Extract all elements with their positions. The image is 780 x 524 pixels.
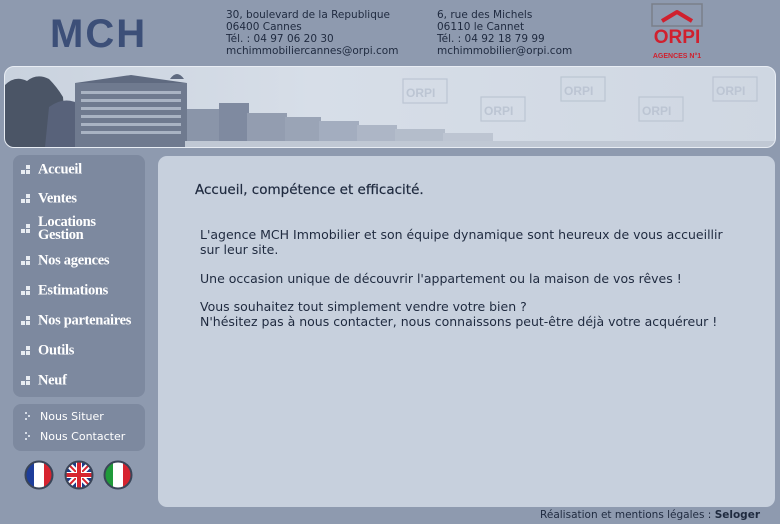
dotted-bullet-icon: [25, 412, 30, 420]
nav-label: Ventes: [38, 190, 77, 207]
agency-cannes-email[interactable]: mchimmobiliercannes@orpi.com: [226, 45, 398, 57]
intro-paragraph: L'agence MCH Immobilier et son équipe dy…: [200, 227, 723, 257]
agency-cannet-address: 6, rue des Michels 06110 le Cannet Tél. …: [437, 9, 572, 57]
square-bullet-icon: [21, 224, 30, 233]
square-bullet-icon: [21, 346, 30, 355]
nav-label: Nous Situer: [40, 410, 104, 423]
nav-label: Outils: [38, 342, 75, 359]
header: MCH 30, boulevard de la Republique 06400…: [0, 0, 780, 64]
agency-cannes-city: 06400 Cannes: [226, 21, 302, 33]
mch-logo[interactable]: MCH: [50, 12, 147, 56]
orpi-logo[interactable]: ORPI AGENCES N°1: [640, 3, 714, 61]
nav-label: Nos agences: [38, 252, 110, 269]
french-flag-icon[interactable]: [24, 460, 54, 490]
main-nav: Accueil Ventes Locations Gestion Nos age…: [13, 155, 145, 397]
square-bullet-icon: [21, 194, 30, 203]
contact-paragraph-line2: N'hésitez pas à nous contacter, nous con…: [200, 314, 718, 329]
nav-label: Nous Contacter: [40, 430, 126, 443]
agency-cannet-city: 06110 le Cannet: [437, 21, 525, 33]
square-bullet-icon: [21, 256, 30, 265]
uk-flag-icon[interactable]: [64, 460, 94, 490]
secondary-nav: Nous Situer Nous Contacter: [13, 404, 145, 451]
banner-watermark-text: ORPI: [716, 84, 745, 98]
nav-label: Accueil: [38, 161, 82, 178]
square-bullet-icon: [21, 165, 30, 174]
nav-label: Estimations: [38, 282, 109, 299]
square-bullet-icon: [21, 286, 30, 295]
banner-watermark-text: ORPI: [564, 84, 593, 98]
square-bullet-icon: [21, 316, 30, 325]
nav-item-ventes[interactable]: Ventes: [13, 186, 145, 212]
banner-watermark-text: ORPI: [406, 86, 435, 100]
agency-cannes-address: 30, boulevard de la Republique 06400 Can…: [226, 9, 398, 57]
orpi-logo-tagline: AGENCES N°1: [653, 52, 701, 60]
agency-cannet-email[interactable]: mchimmobilier@orpi.com: [437, 45, 572, 57]
agency-cannes-street: 30, boulevard de la Republique: [226, 9, 390, 21]
footer-text: Réalisation et mentions légales :: [540, 509, 712, 521]
nav-item-estimations[interactable]: Estimations: [13, 278, 145, 304]
dotted-bullet-icon: [25, 432, 30, 440]
nav-item-neuf[interactable]: Neuf: [13, 368, 145, 394]
cannes-skyline-image: ORPI ORPI ORPI ORPI ORPI: [5, 74, 775, 147]
seloger-link[interactable]: Seloger: [715, 509, 760, 521]
nav-item-locations-gestion[interactable]: Locations Gestion: [13, 215, 145, 243]
nav-item-nos-partenaires[interactable]: Nos partenaires: [13, 308, 145, 334]
nav-item-outils[interactable]: Outils: [13, 338, 145, 364]
nav-label: Locations Gestion: [38, 214, 96, 243]
nav-item-nos-agences[interactable]: Nos agences: [13, 248, 145, 274]
banner-watermark-text: ORPI: [484, 104, 513, 118]
footer-credits: Réalisation et mentions légales : Seloge…: [540, 509, 760, 521]
opportunity-paragraph: Une occasion unique de découvrir l'appar…: [200, 271, 682, 286]
nav-label: Neuf: [38, 372, 67, 389]
nav-label: Nos partenaires: [38, 312, 132, 329]
italian-flag-icon[interactable]: [103, 460, 133, 490]
agency-cannes-phone: Tél. : 04 97 06 20 30: [226, 33, 334, 45]
banner-watermark-text: ORPI: [642, 104, 671, 118]
cannes-panorama-banner: ORPI ORPI ORPI ORPI ORPI: [4, 66, 776, 148]
nav-item-nous-situer[interactable]: Nous Situer: [13, 408, 145, 426]
nav-item-nous-contacter[interactable]: Nous Contacter: [13, 428, 145, 446]
square-bullet-icon: [21, 376, 30, 385]
contact-paragraph: Vous souhaitez tout simplement vendre vo…: [200, 299, 760, 329]
contact-paragraph-line1: Vous souhaitez tout simplement vendre vo…: [200, 299, 527, 314]
main-content: Accueil, compétence et efficacité. L'age…: [158, 156, 775, 507]
agency-cannet-phone: Tél. : 04 92 18 79 99: [437, 33, 545, 45]
orpi-logo-name: ORPI: [654, 27, 700, 48]
page-title: Accueil, compétence et efficacité.: [195, 182, 424, 198]
agency-cannet-street: 6, rue des Michels: [437, 9, 533, 21]
nav-item-accueil[interactable]: Accueil: [13, 157, 145, 183]
